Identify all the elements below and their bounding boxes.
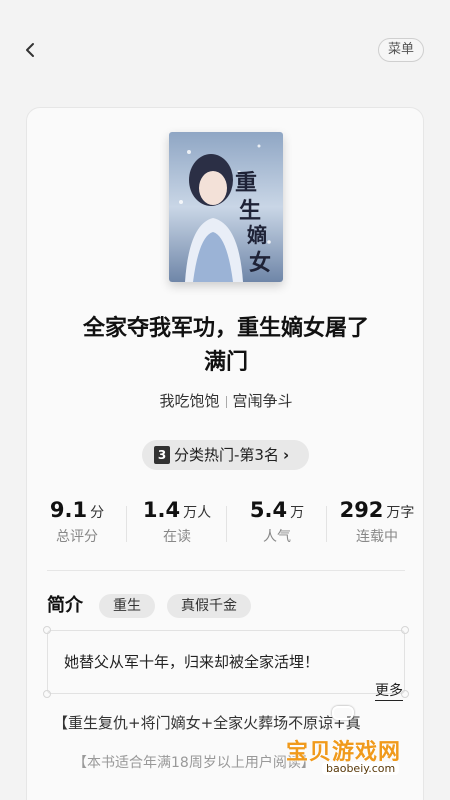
gamepad-icon	[332, 706, 354, 720]
book-cover-image[interactable]: 重 生 嫡 女	[169, 132, 283, 282]
stat-popularity: 5.4 万 人气	[227, 498, 327, 546]
rank-badge[interactable]: 3 分类热门-第3名 ›	[142, 440, 309, 470]
stat-label: 总评分	[56, 529, 98, 545]
corner-ornament-icon	[43, 626, 51, 634]
top-bar: 菜单	[0, 0, 450, 100]
svg-text:嫡: 嫡	[247, 223, 267, 247]
tag-chip[interactable]: 重生	[99, 594, 155, 618]
stat-value: 5.4	[249, 498, 288, 522]
book-title-line1: 全家夺我军功，重生嫡女屠了	[82, 316, 369, 341]
site-watermark: 宝贝游戏网 baobeiy.com	[286, 706, 426, 782]
stat-unit: 万	[290, 505, 305, 521]
svg-text:重: 重	[235, 170, 257, 196]
watermark-domain: baobeiy.com	[322, 762, 400, 775]
book-title: 全家夺我军功，重生嫡女屠了 满门	[47, 312, 405, 380]
corner-ornament-icon	[43, 690, 51, 698]
stat-readers: 1.4 万人 在读	[127, 498, 227, 546]
chevron-right-icon: ›	[282, 446, 290, 464]
rank-number: 3	[154, 445, 170, 464]
more-link[interactable]: 更多	[375, 682, 403, 701]
section-divider	[47, 570, 405, 571]
svg-text:女: 女	[249, 250, 271, 276]
stat-label: 在读	[163, 529, 191, 545]
intro-heading: 简介	[47, 595, 83, 616]
stats-row: 9.1 分 总评分 1.4 万人 在读 5.4 万 人气 292 万字 连载中	[27, 498, 425, 558]
stat-label: 人气	[263, 529, 291, 545]
book-detail-card: 重 生 嫡 女 全家夺我军功，重生嫡女屠了 满门 我吃饱饱 宫闱争斗 3 分类热门-…	[26, 107, 424, 800]
intro-quote: 她替父从军十年，归来却被全家活埋！	[64, 653, 320, 671]
tag-chip[interactable]: 真假千金	[167, 594, 251, 618]
stat-wordcount: 292 万字 连载中	[327, 498, 427, 546]
category-link[interactable]: 宫闱争斗	[233, 392, 293, 410]
intro-quote-box: 她替父从军十年，归来却被全家活埋！	[43, 626, 409, 698]
stat-unit: 万字	[386, 505, 415, 521]
book-meta: 我吃饱饱 宫闱争斗	[27, 390, 425, 411]
stat-unit: 万人	[183, 505, 212, 521]
stat-label: 连载中	[356, 529, 398, 545]
book-title-line2: 满门	[203, 350, 248, 375]
corner-ornament-icon	[401, 626, 409, 634]
stat-value: 1.4	[142, 498, 181, 522]
meta-divider	[225, 395, 227, 408]
rank-label: 分类热门-第3名	[174, 446, 279, 464]
author-link[interactable]: 我吃饱饱	[159, 392, 219, 410]
back-button[interactable]	[18, 38, 42, 62]
svg-text:生: 生	[239, 198, 261, 224]
stat-value: 9.1	[49, 498, 88, 522]
stat-unit: 分	[90, 505, 105, 521]
menu-button[interactable]: 菜单	[378, 38, 424, 62]
stat-value: 292	[339, 498, 384, 522]
stat-rating: 9.1 分 总评分	[27, 498, 127, 546]
chevron-left-icon	[26, 43, 34, 57]
